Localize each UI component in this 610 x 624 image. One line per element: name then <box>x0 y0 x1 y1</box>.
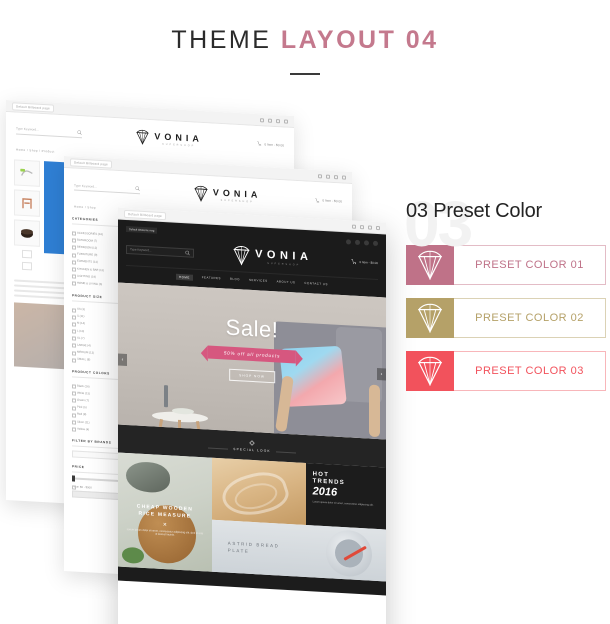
nav-item-about-us[interactable]: ABOUT US <box>277 279 296 286</box>
search-placeholder: Type Keyword... <box>16 126 39 132</box>
nav-item-contact-us[interactable]: CONTACT US <box>304 281 328 288</box>
nav-item-features[interactable]: FEATURES <box>202 275 221 282</box>
page-title-plain: THEME <box>171 26 281 54</box>
preset-swatch-03[interactable]: PRESET COLOR 03 <box>406 351 606 391</box>
divider-line-right <box>275 450 296 453</box>
product-thumbnail[interactable] <box>14 219 40 247</box>
instagram-icon <box>364 239 369 246</box>
chrome-tools <box>260 117 288 124</box>
product-thumbnail[interactable] <box>14 159 40 187</box>
divider-line-left <box>208 447 229 450</box>
price-slider-handle[interactable] <box>72 475 75 482</box>
cart-label: 0 Item - $0.00 <box>359 260 378 266</box>
stone-image <box>126 460 170 494</box>
special-look-grid: CHEAP WOODEN RICE MEASURE ✕ Lorem ipsum … <box>118 452 386 582</box>
look-card-bread-plate[interactable]: ASTRID BREAD PLATE <box>211 519 386 582</box>
search-input[interactable]: Type Keyword... <box>126 244 194 258</box>
preset-swatch-chip <box>406 298 454 338</box>
preset-swatch-chip <box>406 351 454 391</box>
thumbnail-next-button[interactable] <box>22 261 32 271</box>
site-logo[interactable]: VONIA SUPERSHOP <box>233 245 312 269</box>
diamond-gem-icon <box>417 356 443 386</box>
hero-shop-now-button[interactable]: SHOP NOW <box>229 368 275 384</box>
site-logo[interactable]: VONIA SUPERSHOP <box>136 129 203 148</box>
nav-item-home[interactable]: HOME <box>176 273 193 281</box>
chrome-tools <box>318 173 346 180</box>
thumbnail-prev-button[interactable] <box>22 249 32 259</box>
diamond-gem-icon <box>417 303 443 333</box>
product-thumbnail-list <box>14 159 40 271</box>
cart-label: 0 Item - $0.00 <box>322 198 342 204</box>
diamond-gem-icon <box>194 185 208 202</box>
product-thumbnail[interactable] <box>14 189 40 217</box>
look-card-hot-trends[interactable]: HOT TRENDS 2016 Lorem ipsum dolor sit am… <box>305 462 386 530</box>
url-bar[interactable]: Default Billboard page <box>12 101 54 113</box>
hero-next-button[interactable]: › <box>377 367 386 381</box>
cart-widget[interactable]: 0 Item - $0.00 <box>351 259 378 266</box>
cart-icon <box>351 259 357 265</box>
facebook-icon <box>346 238 351 245</box>
title-divider <box>290 73 320 75</box>
leaf-image <box>122 546 144 564</box>
site-logo[interactable]: VONIA SUPERSHOP <box>194 185 261 205</box>
look-card-wood-texture[interactable] <box>211 457 306 525</box>
diamond-gem-icon <box>136 129 150 145</box>
url-bar[interactable]: Default Billboard page <box>124 209 166 220</box>
breadcrumb-text: Home / Shop <box>74 204 96 210</box>
preset-swatch-02[interactable]: PRESET COLOR 02 <box>406 298 606 338</box>
special-look-title: SPECIAL LOOK <box>233 446 271 454</box>
twitter-icon <box>355 239 360 245</box>
hero-slider: Sale! 50% off all products SHOP NOW ‹ › <box>118 282 386 440</box>
page-title-accent: LAYOUT 04 <box>280 26 439 54</box>
search-icon <box>77 129 82 135</box>
search-icon <box>135 186 140 192</box>
hero-title: Sale! <box>225 314 279 343</box>
rice-card-title: CHEAP WOODEN RICE MEASURE <box>136 503 194 520</box>
cart-icon <box>315 197 320 203</box>
chrome-tools <box>352 224 380 230</box>
search-icon <box>185 250 190 255</box>
cart-widget[interactable]: 0 Item - $0.00 <box>315 197 342 204</box>
cart-label: 0 Item - $0.00 <box>264 141 284 147</box>
search-placeholder: Type Keyword... <box>74 183 97 189</box>
pinterest-icon <box>373 240 378 246</box>
preset-color-panel: 03 03 Preset Color PRESET COLOR 01 PRESE… <box>404 192 606 404</box>
diamond-gem-icon <box>233 246 250 266</box>
page-header: THEME LAYOUT 04 <box>0 0 610 75</box>
hero-prev-button[interactable]: ‹ <box>118 353 127 367</box>
cart-widget[interactable]: 0 Item - $0.00 <box>257 141 284 147</box>
search-input[interactable]: Type Keyword... <box>16 126 82 138</box>
hero-faucet <box>164 385 168 408</box>
preset-panel-heading: 03 Preset Color <box>406 200 542 222</box>
preset-swatch-label: PRESET COLOR 02 <box>454 298 606 338</box>
plate-card-title: ASTRID BREAD PLATE <box>227 540 280 554</box>
hot-trends-text: Lorem ipsum dolor sit amet, consectetur … <box>312 500 374 508</box>
search-input[interactable]: Type Keyword... <box>74 182 140 195</box>
cart-icon <box>257 141 262 146</box>
preset-swatch-label: PRESET COLOR 03 <box>454 351 606 391</box>
look-card-rice-measure[interactable]: CHEAP WOODEN RICE MEASURE ✕ Lorem ipsum … <box>118 452 212 572</box>
page-title: THEME LAYOUT 04 <box>0 26 610 55</box>
hero-chair-arm-right <box>369 384 380 438</box>
nav-item-services[interactable]: SERVICES <box>249 278 268 285</box>
nav-item-blog[interactable]: BLOG <box>230 277 240 284</box>
preset-swatch-label: PRESET COLOR 01 <box>454 245 606 285</box>
breadcrumb-text: Home / Shop / Product <box>16 147 55 154</box>
url-bar[interactable]: Default Billboard page <box>70 157 112 169</box>
browser-mockup-front: Default Billboard page Default Welcome m… <box>118 207 386 624</box>
hot-trends-year: 2016 <box>312 485 338 499</box>
diamond-bullet-icon <box>249 440 255 446</box>
search-placeholder: Type Keyword... <box>130 247 152 253</box>
